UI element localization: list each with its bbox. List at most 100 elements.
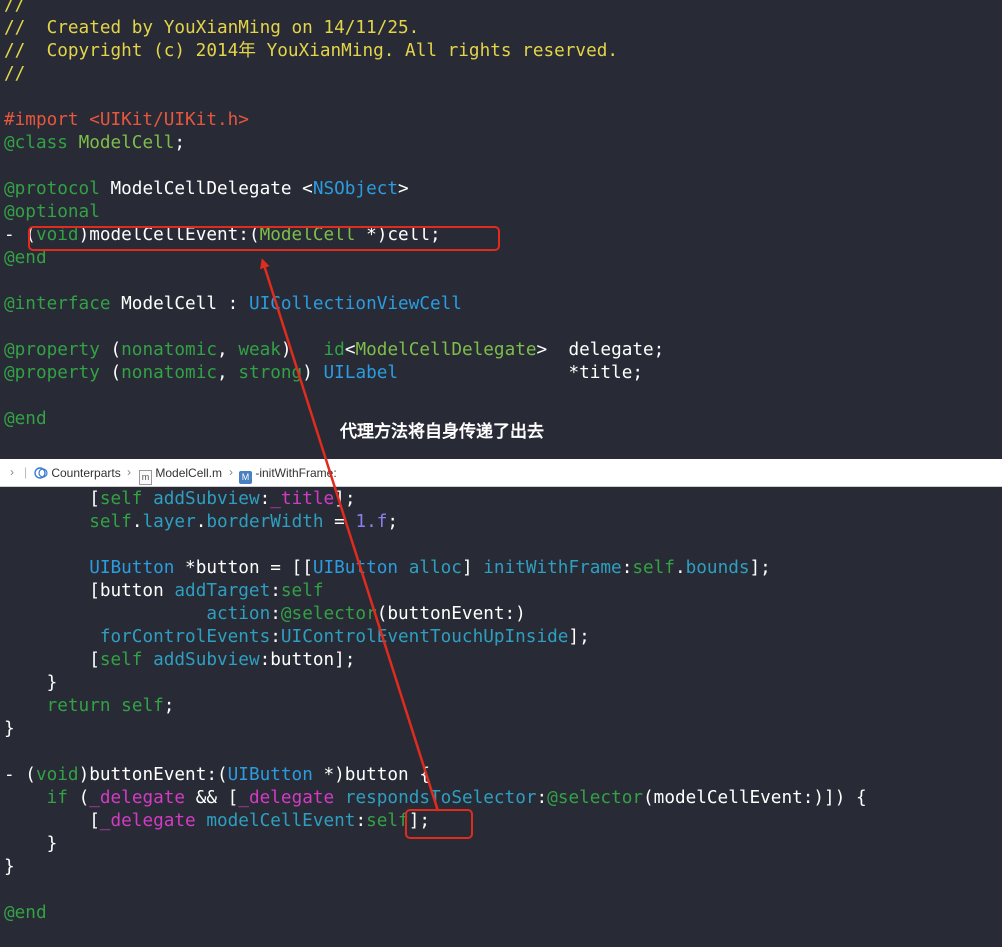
code-token: UIButton (312, 558, 399, 578)
code-token: // (4, 64, 26, 84)
code-line[interactable]: #import <UIKit/UIKit.h> (4, 109, 249, 132)
code-token: respondsToSelector (344, 788, 537, 808)
code-line[interactable]: return self; (4, 695, 175, 718)
code-line[interactable]: @interface ModelCell : UICollectionViewC… (4, 293, 462, 316)
code-token: alloc (408, 558, 462, 578)
code-token: UIButton (227, 765, 313, 785)
code-token: _delegate (238, 788, 335, 808)
code-line[interactable]: } (4, 856, 15, 879)
related-items-button[interactable]: Counterparts (34, 466, 121, 480)
code-line[interactable]: UIButton *button = [[UIButton alloc] ini… (4, 557, 771, 580)
code-token: (modelCellEvent:)]) { (643, 788, 867, 808)
code-line[interactable]: } (4, 672, 58, 695)
code-line[interactable]: forControlEvents:UIControlEventTouchUpIn… (4, 626, 590, 649)
code-token: && [ (185, 788, 239, 808)
code-line[interactable]: @class ModelCell; (4, 132, 185, 155)
code-token: NSObject (312, 179, 399, 199)
code-line[interactable]: // (4, 63, 25, 86)
code-token: UIButton (89, 558, 175, 578)
file-crumb[interactable]: m ModelCell.m (139, 466, 223, 485)
code-token: @end (4, 903, 47, 923)
code-token: @property (4, 340, 100, 360)
code-line[interactable]: } (4, 718, 15, 741)
code-token: [ (4, 650, 100, 670)
code-token: layer (142, 512, 196, 532)
method-label: -initWithFrame: (255, 466, 337, 480)
code-token: addSubview (153, 489, 260, 509)
code-line[interactable]: @property (nonatomic, strong) UILabel *t… (4, 362, 643, 385)
code-token: } (4, 834, 58, 854)
code-line[interactable]: } (4, 833, 58, 856)
code-token: *)button { (312, 765, 431, 785)
code-token: : (270, 604, 281, 624)
code-line[interactable]: [self addSubview:button]; (4, 649, 355, 672)
file-label: ModelCell.m (155, 466, 223, 480)
objc-file-icon: m (139, 470, 152, 485)
code-token: nonatomic (121, 363, 217, 383)
code-token: self (99, 489, 143, 509)
code-line[interactable]: if (_delegate && [_delegate respondsToSe… (4, 787, 867, 810)
code-line[interactable]: @optional (4, 201, 100, 224)
code-token: nonatomic (121, 340, 217, 360)
code-token: return (46, 696, 111, 716)
code-line[interactable]: [button addTarget:self (4, 580, 323, 603)
code-token: // Created by YouXianMing on 14/11/25. (4, 18, 420, 38)
code-token: , (217, 340, 239, 360)
code-token: ; (387, 512, 399, 532)
code-token: forControlEvents (99, 627, 271, 647)
code-line[interactable]: @end (4, 408, 47, 431)
code-line[interactable]: [_delegate modelCellEvent:self]; (4, 810, 430, 833)
code-token: self (89, 512, 132, 532)
code-token: bounds (685, 558, 750, 578)
code-token: *button = [[ (174, 558, 313, 578)
code-token: @interface (4, 294, 111, 314)
code-token: ; (174, 133, 186, 153)
related-items-label: Counterparts (51, 466, 121, 480)
code-token: ( (67, 788, 90, 808)
code-token: // (4, 0, 26, 15)
code-line[interactable]: @property (nonatomic, weak) id<ModelCell… (4, 339, 664, 362)
code-token: // Copyright (c) 2014年 YouXianMing. All … (4, 41, 619, 61)
code-line[interactable]: action:@selector(buttonEvent:) (4, 603, 526, 626)
code-token: initWithFrame (483, 558, 622, 578)
code-token: } (4, 719, 15, 739)
code-line[interactable]: self.layer.borderWidth = 1.f; (4, 511, 398, 534)
code-token: self (632, 558, 675, 578)
code-token: : (355, 811, 367, 831)
highlight-box-self-argument (405, 809, 473, 839)
code-token: : (259, 489, 271, 509)
code-token: #import <UIKit/UIKit.h> (4, 110, 249, 130)
method-icon: M (239, 471, 252, 484)
code-token: } (4, 857, 15, 877)
implementation-editor-pane[interactable]: [self addSubview:_title]; self.layer.bor… (0, 487, 1002, 947)
code-token: > delegate; (536, 340, 665, 360)
code-token: ]; (334, 489, 356, 509)
code-token: self (121, 696, 164, 716)
code-token: 1.f (355, 512, 388, 532)
code-token: : (621, 558, 633, 578)
code-line[interactable]: @protocol ModelCellDelegate <NSObject> (4, 178, 409, 201)
code-line[interactable]: - (void)buttonEvent:(UIButton *)button { (4, 764, 430, 787)
code-line[interactable]: // (4, 0, 25, 17)
divider: | (24, 465, 28, 479)
code-line[interactable]: @end (4, 902, 47, 925)
code-token: : (270, 581, 281, 601)
code-token: self (99, 650, 143, 670)
code-line[interactable]: // Created by YouXianMing on 14/11/25. (4, 17, 419, 40)
code-token: ModelCellDelegate < (99, 179, 313, 199)
code-token: < (344, 340, 356, 360)
chevron-right-icon[interactable]: › (10, 465, 14, 479)
code-token: [button (4, 581, 175, 601)
counterparts-icon (34, 467, 48, 479)
method-crumb[interactable]: M -initWithFrame: (239, 466, 337, 484)
code-token: if (46, 788, 68, 808)
code-line[interactable]: // Copyright (c) 2014年 YouXianMing. All … (4, 40, 618, 63)
code-token: borderWidth (206, 512, 324, 532)
code-token: @property (4, 363, 100, 383)
code-line[interactable]: [self addSubview:_title]; (4, 488, 355, 511)
code-token: @optional (4, 202, 100, 222)
code-token: ; (163, 696, 175, 716)
